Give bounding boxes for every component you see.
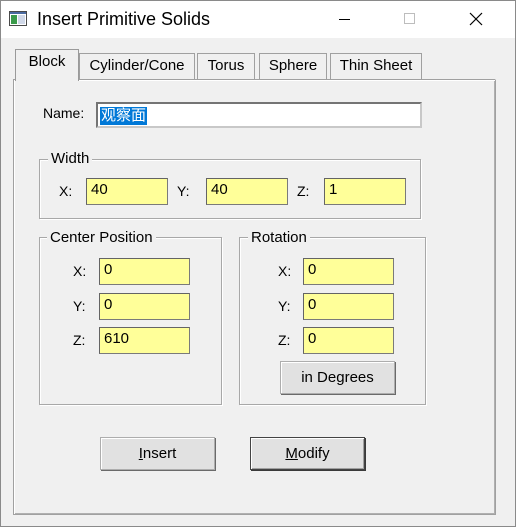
center-x-label: X:	[73, 263, 87, 279]
rotation-z-label: Z:	[278, 332, 291, 348]
center-x-input[interactable]: 0	[99, 258, 190, 285]
rotation-x-input[interactable]: 0	[303, 258, 394, 285]
modify-label-rest: odify	[297, 445, 330, 462]
title-bar[interactable]: Insert Primitive Solids	[1, 1, 515, 38]
close-icon	[469, 12, 483, 26]
rotation-y-label: Y:	[278, 298, 291, 314]
in-degrees-button[interactable]: in Degrees	[280, 361, 395, 394]
width-y-label: Y:	[177, 183, 190, 199]
width-z-input[interactable]: 1	[324, 178, 406, 205]
app-window-icon	[9, 11, 27, 26]
tab-torus[interactable]: Torus	[197, 53, 255, 79]
window-title: Insert Primitive Solids	[37, 9, 211, 29]
modify-mnemonic: M	[285, 445, 298, 462]
name-label: Name:	[43, 105, 85, 121]
width-z-label: Z:	[297, 183, 310, 199]
width-group-title: Width	[48, 150, 93, 168]
tab-cylinder-cone[interactable]: Cylinder/Cone	[79, 53, 195, 79]
center-z-input[interactable]: 610	[99, 327, 190, 354]
width-x-input[interactable]: 40	[86, 178, 168, 205]
minimize-icon	[339, 19, 350, 20]
name-input[interactable]: 观察面	[96, 102, 422, 128]
center-y-label: Y:	[73, 298, 86, 314]
rotation-title: Rotation	[248, 229, 310, 247]
dialog-window: Insert Primitive Solids Block Cylinder/C…	[0, 0, 516, 527]
tab-block[interactable]: Block	[15, 49, 79, 81]
maximize-button[interactable]	[387, 1, 433, 38]
center-y-input[interactable]: 0	[99, 293, 190, 320]
rotation-z-input[interactable]: 0	[303, 327, 394, 354]
insert-button[interactable]: Insert	[100, 437, 215, 470]
name-value: 观察面	[100, 107, 148, 125]
modify-button[interactable]: Modify	[250, 437, 365, 470]
center-z-label: Z:	[73, 332, 86, 348]
width-y-input[interactable]: 40	[206, 178, 288, 205]
center-position-title: Center Position	[47, 229, 156, 247]
maximize-icon	[404, 13, 415, 24]
tab-thin-sheet[interactable]: Thin Sheet	[330, 53, 422, 79]
tab-sphere[interactable]: Sphere	[259, 53, 327, 79]
rotation-y-input[interactable]: 0	[303, 293, 394, 320]
insert-label-rest: nsert	[142, 445, 177, 462]
width-x-label: X:	[59, 183, 73, 199]
minimize-button[interactable]	[331, 1, 377, 38]
close-button[interactable]	[451, 1, 497, 38]
rotation-x-label: X:	[278, 263, 292, 279]
